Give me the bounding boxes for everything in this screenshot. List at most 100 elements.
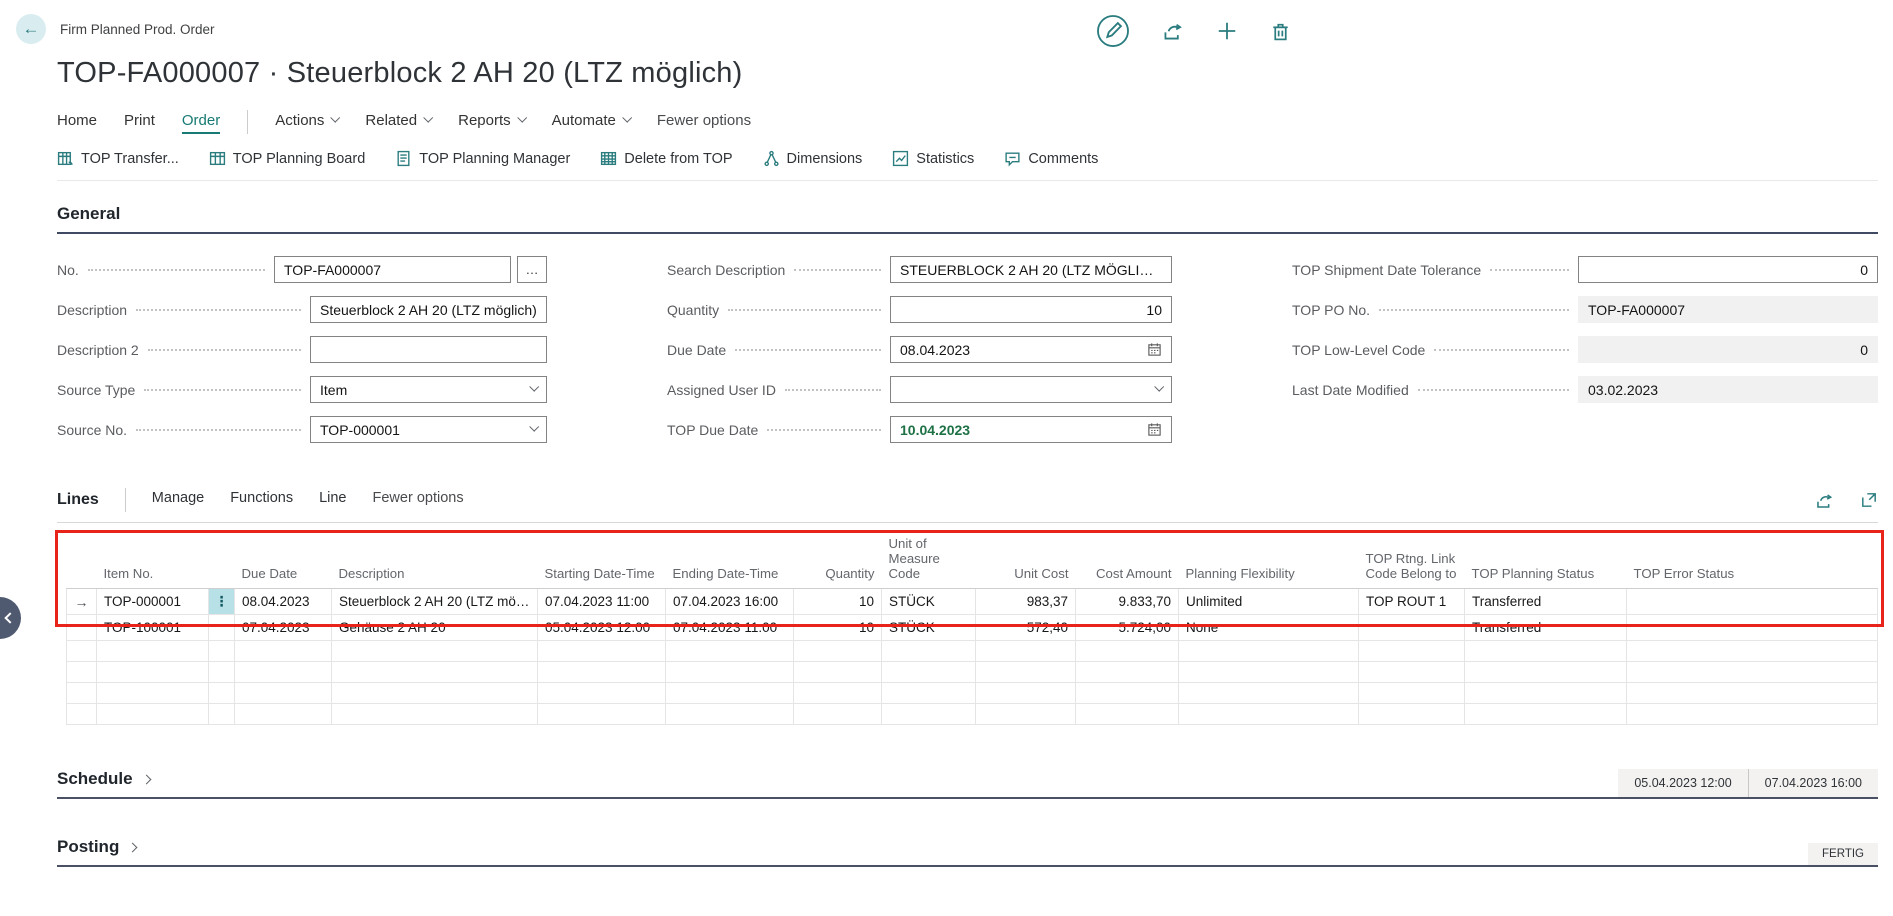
cell-item_no[interactable]: TOP-100001 (97, 615, 209, 641)
cell-empty[interactable] (666, 662, 794, 683)
cell-empty[interactable] (97, 641, 209, 662)
cell-empty[interactable] (976, 641, 1076, 662)
cell-empty[interactable] (209, 641, 235, 662)
column-header-select[interactable] (67, 535, 97, 589)
cell-empty[interactable] (332, 662, 538, 683)
tab-print[interactable]: Print (124, 112, 155, 134)
cell-empty[interactable] (538, 662, 666, 683)
cell-empty[interactable] (332, 641, 538, 662)
cell-select[interactable] (67, 615, 97, 641)
cell-description[interactable]: Gehäuse 2 AH 20 (332, 615, 538, 641)
menu-automate[interactable]: Automate (552, 112, 630, 134)
cell-empty[interactable] (1627, 641, 1878, 662)
column-header-starting_datetime[interactable]: Starting Date-Time (538, 535, 666, 589)
cell-empty[interactable] (1359, 641, 1465, 662)
cell-description[interactable]: Steuerblock 2 AH 20 (LTZ mög... (332, 589, 538, 615)
no-assist-button[interactable]: … (517, 256, 547, 283)
cell-empty[interactable] (97, 662, 209, 683)
cell-empty[interactable] (1179, 683, 1359, 704)
cell-empty[interactable] (235, 704, 332, 725)
cell-empty[interactable] (976, 704, 1076, 725)
quantity-field[interactable]: 10 (890, 296, 1172, 323)
due-date-field[interactable]: 08.04.2023 (890, 336, 1172, 363)
cell-options[interactable] (209, 615, 235, 641)
table-row-empty[interactable] (67, 641, 1878, 662)
column-header-unit_cost[interactable]: Unit Cost (976, 535, 1076, 589)
assigned-user-select[interactable] (890, 376, 1172, 403)
table-row-empty[interactable] (67, 683, 1878, 704)
cell-planning_status[interactable]: Transferred (1465, 615, 1627, 641)
new-button[interactable] (1216, 20, 1238, 42)
source-no-select[interactable]: TOP-000001 (310, 416, 547, 443)
cell-empty[interactable] (1359, 704, 1465, 725)
top-planning-manager-button[interactable]: TOP Planning Manager (395, 150, 570, 167)
cell-error_status[interactable] (1627, 589, 1878, 615)
cell-error_status[interactable] (1627, 615, 1878, 641)
column-header-planning_status[interactable]: TOP Planning Status (1465, 535, 1627, 589)
cell-empty[interactable] (976, 683, 1076, 704)
cell-empty[interactable] (235, 683, 332, 704)
cell-due_date[interactable]: 08.04.2023 (235, 589, 332, 615)
cell-unit_cost[interactable]: 572,40 (976, 615, 1076, 641)
cell-empty[interactable] (67, 641, 97, 662)
cell-empty[interactable] (209, 704, 235, 725)
cell-uom_code[interactable]: STÜCK (882, 615, 976, 641)
cell-empty[interactable] (976, 662, 1076, 683)
back-button[interactable]: ← (16, 14, 46, 44)
column-header-uom_code[interactable]: Unit of Measure Code (882, 535, 976, 589)
cell-planning_flexibility[interactable]: Unlimited (1179, 589, 1359, 615)
cell-empty[interactable] (1076, 662, 1179, 683)
lines-fewer-options-button[interactable]: Fewer options (373, 490, 464, 511)
cell-empty[interactable] (1465, 704, 1627, 725)
lines-share-button[interactable] (1815, 491, 1834, 510)
cell-empty[interactable] (67, 683, 97, 704)
menu-actions[interactable]: Actions (275, 112, 338, 134)
delete-from-top-button[interactable]: Delete from TOP (600, 150, 732, 167)
cell-empty[interactable] (882, 683, 976, 704)
cell-ending_datetime[interactable]: 07.04.2023 16:00 (666, 589, 794, 615)
cell-empty[interactable] (67, 662, 97, 683)
cell-empty[interactable] (794, 704, 882, 725)
cell-empty[interactable] (1179, 641, 1359, 662)
search-description-field[interactable]: STEUERBLOCK 2 AH 20 (LTZ MÖGLICH) (890, 256, 1172, 283)
cell-empty[interactable] (794, 683, 882, 704)
table-row-empty[interactable] (67, 704, 1878, 725)
top-transfer-button[interactable]: TOP Transfer... (57, 150, 179, 167)
side-panel-toggle-button[interactable] (0, 597, 21, 639)
cell-cost_amount[interactable]: 5.724,00 (1076, 615, 1179, 641)
column-header-rtng_link[interactable]: TOP Rtng. Link Code Belong to (1359, 535, 1465, 589)
cell-empty[interactable] (666, 683, 794, 704)
column-header-item_no[interactable]: Item No. (97, 535, 209, 589)
cell-empty[interactable] (1359, 662, 1465, 683)
statistics-button[interactable]: Statistics (892, 150, 974, 167)
cell-empty[interactable] (882, 662, 976, 683)
tab-home[interactable]: Home (57, 112, 97, 134)
cell-empty[interactable] (97, 704, 209, 725)
top-due-date-field[interactable]: 10.04.2023 (890, 416, 1172, 443)
column-header-options[interactable] (209, 535, 235, 589)
cell-uom_code[interactable]: STÜCK (882, 589, 976, 615)
cell-empty[interactable] (1465, 662, 1627, 683)
top-planning-board-button[interactable]: TOP Planning Board (209, 150, 365, 167)
column-header-planning_flexibility[interactable]: Planning Flexibility (1179, 535, 1359, 589)
cell-quantity[interactable]: 10 (794, 589, 882, 615)
cell-empty[interactable] (666, 641, 794, 662)
table-row[interactable]: →TOP-000001⋮08.04.2023Steuerblock 2 AH 2… (67, 589, 1878, 615)
table-row[interactable]: TOP-10000107.04.2023Gehäuse 2 AH 2005.04… (67, 615, 1878, 641)
lines-manage-button[interactable]: Manage (152, 490, 204, 511)
description-field[interactable]: Steuerblock 2 AH 20 (LTZ möglich) (310, 296, 547, 323)
dimensions-button[interactable]: Dimensions (763, 150, 863, 167)
cell-planning_status[interactable]: Transferred (1465, 589, 1627, 615)
cell-item_no[interactable]: TOP-000001 (97, 589, 209, 615)
cell-unit_cost[interactable]: 983,37 (976, 589, 1076, 615)
column-header-description[interactable]: Description (332, 535, 538, 589)
calendar-icon[interactable] (1147, 342, 1162, 357)
cell-quantity[interactable]: 10 (794, 615, 882, 641)
posting-section-header[interactable]: Posting (57, 837, 136, 865)
cell-empty[interactable] (538, 704, 666, 725)
cell-empty[interactable] (666, 704, 794, 725)
cell-empty[interactable] (1465, 683, 1627, 704)
lines-section-title[interactable]: Lines (57, 491, 99, 509)
cell-empty[interactable] (1076, 641, 1179, 662)
cell-due_date[interactable]: 07.04.2023 (235, 615, 332, 641)
